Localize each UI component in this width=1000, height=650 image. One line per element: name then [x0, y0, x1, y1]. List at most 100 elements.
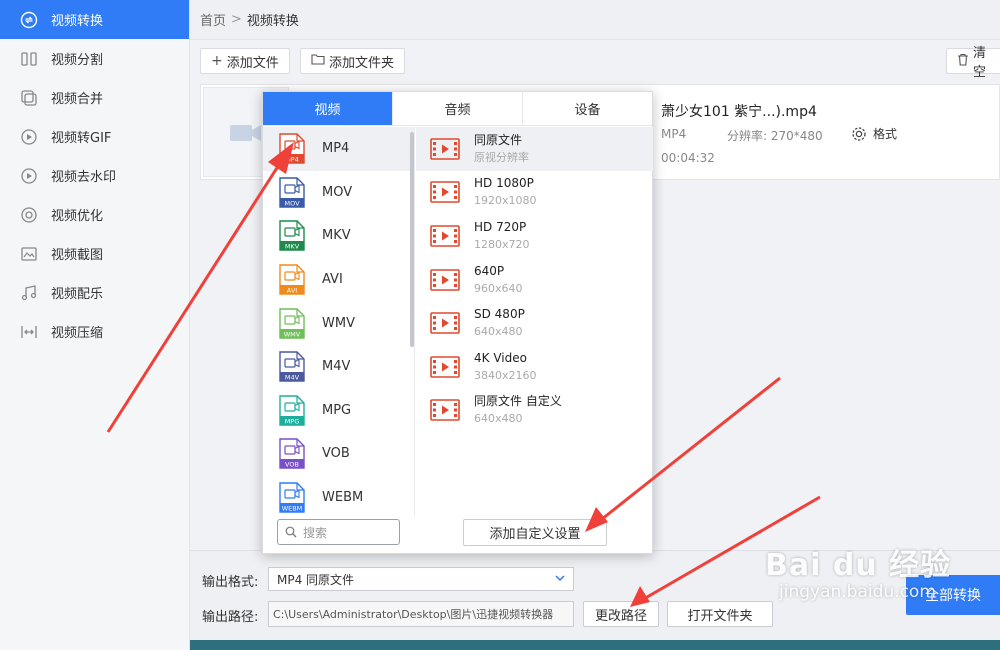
sidebar-item-label: 视频合并: [51, 92, 104, 107]
preset-resolution: 640x480: [474, 412, 523, 426]
toolbar: + 添加文件 添加文件夹 清空: [200, 46, 1000, 80]
format-item[interactable]: MKV MKV: [263, 214, 414, 258]
film-strip-icon: [430, 399, 460, 422]
preset-item[interactable]: SD 480P 640x480: [416, 301, 653, 345]
preset-item[interactable]: HD 1080P 1920x1080: [416, 171, 653, 215]
clear-label: 清空: [973, 46, 987, 80]
file-format-icon: MPG: [279, 395, 305, 426]
file-format-badge: AVI: [287, 287, 297, 295]
popup-tab[interactable]: 视频: [263, 92, 393, 125]
preset-name: 同原文件 自定义: [474, 394, 562, 409]
preset-item[interactable]: HD 720P 1280x720: [416, 214, 653, 258]
search-icon: [285, 526, 297, 538]
sidebar-item[interactable]: 视频转换: [0, 0, 189, 39]
output-path-input[interactable]: C:\Users\Administrator\Desktop\图片\迅捷视频转换…: [268, 601, 574, 627]
output-format-select[interactable]: MP4 同原文件: [268, 567, 574, 591]
file-format-badge: WMV: [284, 330, 301, 338]
film-strip-icon: [430, 137, 460, 160]
preset-name: HD 720P: [474, 219, 527, 234]
sidebar-item[interactable]: 视频合并: [0, 78, 189, 117]
sidebar-item-label: 视频转换: [51, 14, 104, 29]
output-path-label: 输出路径:: [202, 610, 259, 625]
preset-resolution: 1280x720: [474, 237, 530, 251]
preset-name: 640P: [474, 263, 505, 278]
format-item[interactable]: AVI AVI: [263, 258, 414, 302]
preset-resolution: 原视分辨率: [474, 150, 529, 164]
breadcrumb-current: 视频转换: [246, 14, 299, 29]
sidebar-item-label: 视频截图: [51, 248, 104, 263]
add-custom-settings-button[interactable]: 添加自定义设置: [463, 519, 607, 546]
format-list: MP4 MP4 MOV MOV MKV MKV AVI AVI WMV WMV M4V M4V MPG M…: [263, 127, 415, 517]
popup-tabs: 视频 音频 设备: [263, 92, 652, 126]
sidebar-item[interactable]: 视频压缩: [0, 312, 189, 351]
format-list-scrollbar[interactable]: [410, 132, 414, 347]
file-format-badge: VOB: [285, 461, 299, 469]
add-folder-button[interactable]: 添加文件夹: [300, 48, 406, 74]
format-item[interactable]: M4V M4V: [263, 345, 414, 389]
clear-button[interactable]: 清空: [946, 46, 1000, 80]
breadcrumb-home[interactable]: 首页: [200, 10, 226, 29]
preset-resolution: 3840x2160: [474, 368, 537, 382]
format-item-label: VOB: [322, 446, 350, 462]
format-item-label: WMV: [322, 315, 355, 331]
film-strip-icon: [430, 312, 460, 334]
preset-item[interactable]: 640P 960x640: [416, 258, 653, 302]
format-item-label: AVI: [322, 272, 343, 288]
music-icon: [20, 284, 38, 302]
format-search-input[interactable]: 搜索: [277, 519, 400, 545]
format-item[interactable]: WMV WMV: [263, 301, 414, 345]
open-folder-button[interactable]: 打开文件夹: [667, 601, 773, 627]
popup-tab[interactable]: 音频: [393, 92, 523, 125]
preset-name: SD 480P: [474, 307, 525, 322]
sidebar-item[interactable]: 视频配乐: [0, 273, 189, 312]
gear-icon: [852, 126, 866, 141]
file-format-badge: MPG: [285, 417, 300, 425]
file-format-icon: M4V: [279, 351, 305, 382]
file-format-badge: MP4: [285, 156, 299, 164]
optimize-icon: [20, 206, 38, 224]
sidebar-item-label: 视频转GIF: [51, 131, 112, 146]
chevron-down-icon: [555, 575, 565, 582]
format-item[interactable]: MPG MPG: [263, 389, 414, 433]
file-format-icon: MOV: [279, 177, 305, 208]
sidebar-item-label: 视频去水印: [51, 170, 117, 185]
format-item[interactable]: MOV MOV: [263, 171, 414, 215]
format-item[interactable]: WEBM WEBM: [263, 476, 414, 517]
format-item[interactable]: MP4 MP4: [263, 127, 414, 171]
preset-item[interactable]: 同原文件 原视分辨率: [416, 127, 653, 171]
gif-icon: [20, 128, 38, 146]
breadcrumb: 首页 > 视频转换: [190, 0, 1000, 40]
convert-icon: [20, 11, 38, 29]
preset-item[interactable]: 同原文件 自定义 640x480: [416, 389, 653, 433]
folder-icon: [311, 53, 325, 69]
trash-icon: [957, 53, 969, 70]
file-duration: 00:04:32: [661, 151, 715, 165]
sidebar-item[interactable]: 视频转GIF: [0, 117, 189, 156]
file-format-icon: MKV: [279, 220, 305, 252]
file-format-icon: WEBM: [279, 482, 305, 513]
sidebar-item[interactable]: 视频分割: [0, 39, 189, 78]
file-format: MP4: [661, 127, 687, 141]
add-file-button[interactable]: + 添加文件: [200, 48, 290, 74]
format-item-label: MKV: [322, 228, 351, 244]
sidebar-item[interactable]: 视频优化: [0, 195, 189, 234]
sidebar-item[interactable]: 视频截图: [0, 234, 189, 273]
compress-icon: [20, 323, 38, 341]
file-name: 萧少女101 紫宁...).mp4: [661, 104, 817, 120]
plus-icon: +: [211, 53, 223, 69]
film-strip-icon: [430, 225, 460, 247]
film-strip-icon: [430, 268, 460, 291]
format-settings-button[interactable]: 格式: [851, 125, 897, 142]
sidebar-item[interactable]: 视频去水印: [0, 156, 189, 195]
taskbar-strip: [190, 640, 1000, 650]
preset-resolution: 960x640: [474, 281, 523, 295]
format-item[interactable]: VOB VOB: [263, 432, 414, 476]
screenshot-icon: [20, 245, 38, 263]
preset-name: 4K Video: [474, 350, 527, 365]
change-path-button[interactable]: 更改路径: [583, 601, 659, 627]
file-format-badge: M4V: [285, 374, 300, 382]
file-resolution: 分辨率: 270*480: [727, 129, 823, 143]
popup-tab[interactable]: 设备: [523, 92, 652, 125]
preset-item[interactable]: 4K Video 3840x2160: [416, 345, 653, 389]
baidu-watermark-url: jingyan.baidu.com: [779, 582, 936, 602]
